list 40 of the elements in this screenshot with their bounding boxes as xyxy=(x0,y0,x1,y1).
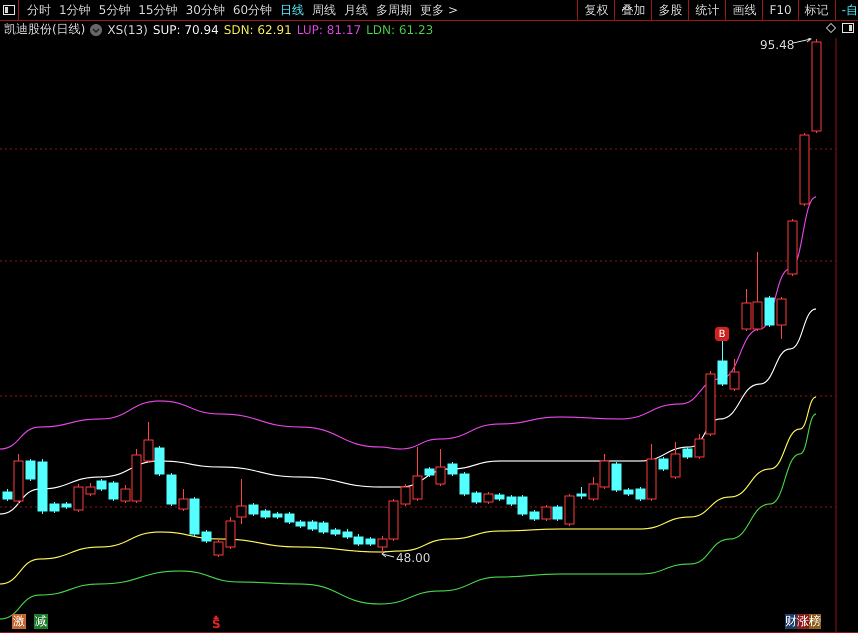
period-tab[interactable]: 日线 xyxy=(276,0,308,20)
low-price-label: 48.00 xyxy=(396,551,430,565)
period-tab[interactable]: 5分钟 xyxy=(94,0,134,20)
period-tab[interactable]: 分时 xyxy=(23,0,55,20)
ranking-badge: 财 xyxy=(785,614,797,629)
toolbar-button[interactable]: 画线 xyxy=(725,0,762,20)
period-tab[interactable]: 月线 xyxy=(340,0,372,20)
stock-title: 凯迪股份(日线) xyxy=(4,21,86,38)
toolbar-button[interactable]: 复权 xyxy=(577,0,614,20)
diamond-icon[interactable] xyxy=(826,23,836,33)
dropdown-icon[interactable] xyxy=(90,24,102,36)
ranking-badge: 榜 xyxy=(809,614,821,629)
arrow-icon xyxy=(792,38,812,44)
toolbar-button[interactable]: 标记 xyxy=(798,0,835,20)
indicator-value: SUP: 70.94 xyxy=(152,22,219,36)
signal-badge: 激 xyxy=(12,614,26,629)
arrow-icon xyxy=(381,550,394,558)
period-tab[interactable]: 周线 xyxy=(308,0,340,20)
toolbar-button[interactable]: F10 xyxy=(762,0,798,20)
indicator-value: SDN: 62.91 xyxy=(224,22,292,36)
period-tab[interactable]: 60分钟 xyxy=(228,0,276,20)
toolbar-button[interactable]: 叠加 xyxy=(614,0,652,20)
period-tab[interactable]: 多周期 xyxy=(372,0,416,20)
signal-badge: 减 xyxy=(34,614,48,629)
toolbar-button[interactable]: -自 xyxy=(834,0,858,20)
period-tab[interactable]: 15分钟 xyxy=(134,0,182,20)
period-tab[interactable]: 1分钟 xyxy=(55,0,95,20)
buy-signal-marker: B xyxy=(715,327,729,341)
up-arrow-icon xyxy=(213,615,220,619)
panel-toggle-icon[interactable] xyxy=(0,0,19,20)
toolbar-button[interactable]: 统计 xyxy=(688,0,726,20)
ranking-badge: 涨 xyxy=(797,614,809,629)
period-tab[interactable]: 更多 > xyxy=(416,0,462,20)
period-tab[interactable]: 30分钟 xyxy=(182,0,229,20)
indicator-name: XS(13) xyxy=(107,22,148,36)
indicator-value: LUP: 81.17 xyxy=(296,22,362,36)
indicator-value: LDN: 61.23 xyxy=(366,22,434,36)
high-price-label: 95.48 xyxy=(760,38,794,52)
toolbar-button[interactable]: 多股 xyxy=(651,0,688,20)
sell-marker-label: S xyxy=(212,619,221,630)
